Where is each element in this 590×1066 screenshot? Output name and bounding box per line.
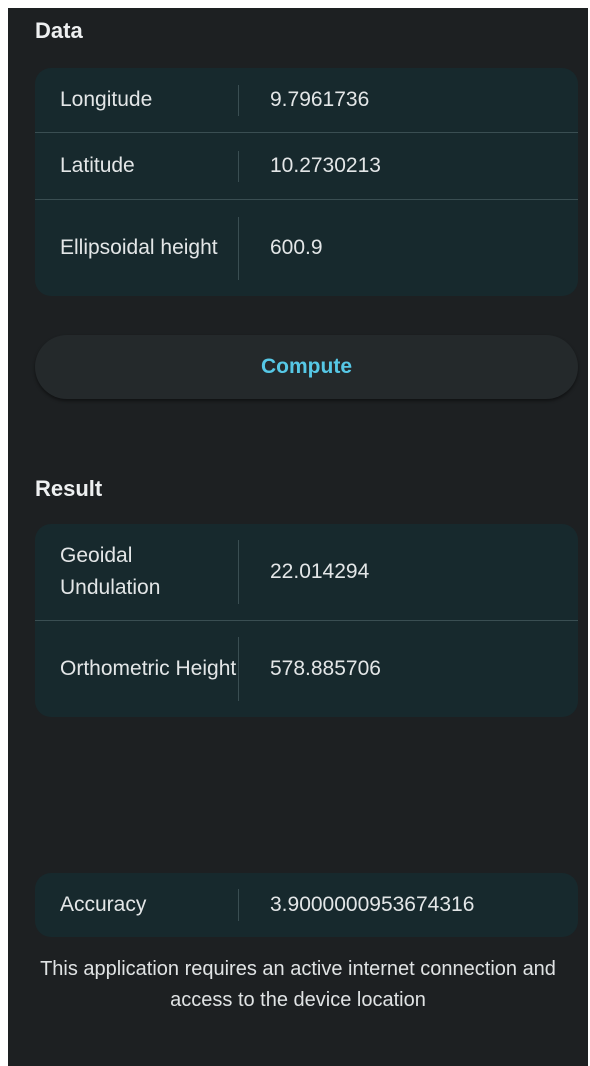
orthometric-height-value: 578.885706 <box>270 657 381 680</box>
ellipsoidal-height-label: Ellipsoidal height <box>60 236 218 259</box>
compute-button[interactable]: Compute <box>35 335 578 399</box>
ellipsoidal-height-value[interactable]: 600.9 <box>238 236 323 260</box>
result-section-title: Result <box>35 476 103 501</box>
data-row-longitude: Longitude 9.7961736 <box>35 68 578 133</box>
row-divider <box>238 889 239 921</box>
accuracy-card: Accuracy 3.9000000953674316 <box>35 873 578 937</box>
longitude-value[interactable]: 9.7961736 <box>238 88 369 112</box>
row-divider <box>238 540 239 604</box>
longitude-label: Longitude <box>60 88 153 111</box>
row-divider <box>238 85 239 116</box>
row-divider <box>238 637 239 701</box>
data-card: Longitude 9.7961736 Latitude 10.2730213 … <box>35 68 578 296</box>
row-divider <box>238 217 239 280</box>
latitude-label: Latitude <box>60 154 135 177</box>
accuracy-row: Accuracy 3.9000000953674316 <box>35 873 578 937</box>
accuracy-value: 3.9000000953674316 <box>270 893 475 916</box>
footer-note: This application requires an active inte… <box>40 958 556 1011</box>
app-screen: Data Longitude 9.7961736 Latitude 10.273… <box>8 8 588 1066</box>
orthometric-height-label: Orthometric Height <box>60 657 237 680</box>
result-row-geoidal-undulation: Geoidal Undulation 22.014294 <box>35 524 578 621</box>
data-row-ellipsoidal-height: Ellipsoidal height 600.9 <box>35 200 578 296</box>
data-section-title: Data <box>35 18 83 43</box>
data-row-latitude: Latitude 10.2730213 <box>35 133 578 200</box>
latitude-value[interactable]: 10.2730213 <box>238 154 381 178</box>
result-card: Geoidal Undulation 22.014294 Orthometric… <box>35 524 578 717</box>
accuracy-label: Accuracy <box>60 893 147 916</box>
geoidal-undulation-value: 22.014294 <box>270 560 370 583</box>
result-row-orthometric-height: Orthometric Height 578.885706 <box>35 621 578 717</box>
geoidal-undulation-label: Geoidal Undulation <box>60 544 161 599</box>
row-divider <box>238 151 239 182</box>
